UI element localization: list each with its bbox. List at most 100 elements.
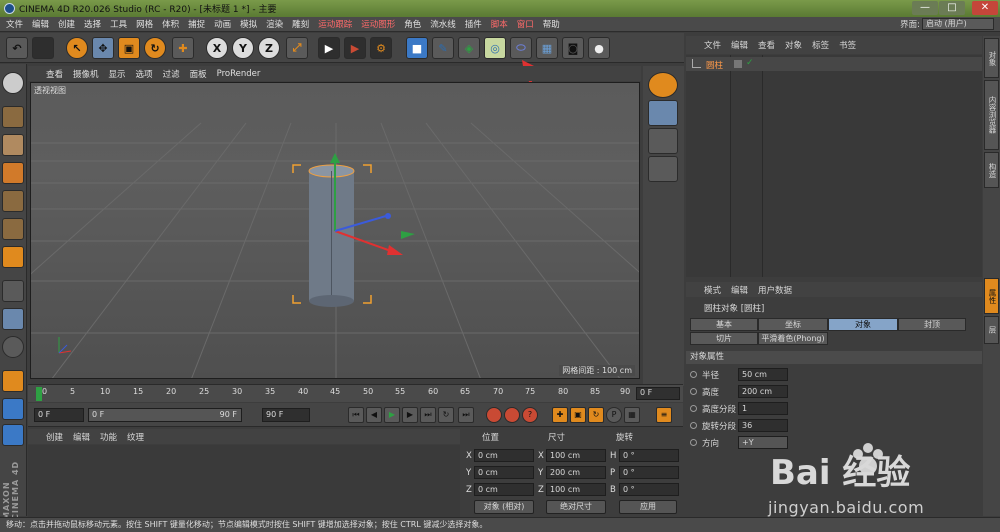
- rot-p-field[interactable]: 0 °: [619, 466, 679, 479]
- material-menu-texture[interactable]: 纹理: [127, 431, 144, 443]
- enabled-check-icon[interactable]: ✓: [746, 58, 754, 68]
- layer-icon[interactable]: [734, 60, 742, 68]
- coordinate-system-icon[interactable]: ⤢: [286, 37, 308, 59]
- size-x-field[interactable]: 100 cm: [546, 449, 606, 462]
- key-rotation-icon[interactable]: ↻: [588, 407, 604, 423]
- menu-file[interactable]: 文件: [6, 18, 23, 30]
- z-axis-lock-icon[interactable]: Z: [258, 37, 280, 59]
- camera-icon[interactable]: ◙: [562, 37, 584, 59]
- move-tool-icon[interactable]: ✥: [92, 37, 114, 59]
- polygons-mode-icon[interactable]: [2, 246, 24, 268]
- obj-menu-bookmarks[interactable]: 书签: [839, 39, 856, 51]
- size-mode-select[interactable]: 绝对尺寸: [546, 500, 606, 514]
- end-frame-field[interactable]: 90 F: [262, 408, 310, 422]
- rotation-segments-field[interactable]: 36: [738, 419, 788, 432]
- snap-settings-icon[interactable]: [648, 100, 678, 126]
- tab-content-browser-vertical[interactable]: 内容浏览器: [984, 80, 999, 150]
- material-menu-edit[interactable]: 编辑: [73, 431, 90, 443]
- obj-menu-view[interactable]: 查看: [758, 39, 775, 51]
- redo-icon[interactable]: [32, 37, 54, 59]
- menu-create[interactable]: 创建: [58, 18, 75, 30]
- tab-caps[interactable]: 封顶: [898, 318, 966, 331]
- menu-simulate[interactable]: 模拟: [240, 18, 257, 30]
- auto-key-icon[interactable]: [504, 407, 520, 423]
- close-button[interactable]: ✕: [972, 1, 998, 15]
- object-name[interactable]: 圆柱: [706, 59, 723, 71]
- pos-z-field[interactable]: 0 cm: [474, 483, 534, 496]
- workplane-mode-icon[interactable]: [2, 162, 24, 184]
- pos-x-field[interactable]: 0 cm: [474, 449, 534, 462]
- key-pla-icon[interactable]: ▦: [624, 407, 640, 423]
- frame-range-slider[interactable]: 0 F 90 F: [88, 408, 242, 422]
- obj-menu-objects[interactable]: 对象: [785, 39, 802, 51]
- menu-plugins[interactable]: 插件: [465, 18, 482, 30]
- attr-menu-mode[interactable]: 模式: [704, 284, 721, 296]
- maximize-button[interactable]: □: [939, 1, 965, 15]
- tab-object[interactable]: 对象: [828, 318, 898, 331]
- edges-mode-icon[interactable]: [2, 218, 24, 240]
- loop-icon[interactable]: ↻: [438, 407, 454, 423]
- points-mode-icon[interactable]: [2, 190, 24, 212]
- height-segments-field[interactable]: 1: [738, 402, 788, 415]
- size-y-field[interactable]: 200 cm: [546, 466, 606, 479]
- goto-end-icon[interactable]: ⏭: [420, 407, 436, 423]
- rot-h-field[interactable]: 0 °: [619, 449, 679, 462]
- keyframe-dot-icon[interactable]: [690, 439, 697, 446]
- start-frame-field[interactable]: 0 F: [34, 408, 84, 422]
- tab-objects-vertical[interactable]: 对象: [984, 38, 999, 78]
- menu-tools[interactable]: 工具: [110, 18, 127, 30]
- radius-field[interactable]: 50 cm: [738, 368, 788, 381]
- menu-mesh[interactable]: 网格: [136, 18, 153, 30]
- play-icon[interactable]: ▶: [384, 407, 400, 423]
- light-icon[interactable]: ●: [588, 37, 610, 59]
- keyframe-dot-icon[interactable]: [690, 371, 697, 378]
- timeline-window-icon[interactable]: ≡: [656, 407, 672, 423]
- menu-window[interactable]: 窗口: [517, 18, 534, 30]
- menu-edit[interactable]: 编辑: [32, 18, 49, 30]
- obj-menu-tags[interactable]: 标签: [812, 39, 829, 51]
- record-keys-icon[interactable]: [486, 407, 502, 423]
- render-view-icon[interactable]: ▶: [318, 37, 340, 59]
- layout-select[interactable]: 启动 (用户): [922, 18, 994, 30]
- pen-spline-icon[interactable]: ✎: [432, 37, 454, 59]
- render-settings-icon[interactable]: ⚙: [370, 37, 392, 59]
- menu-animate[interactable]: 动画: [214, 18, 231, 30]
- tweak-mode-icon[interactable]: [2, 308, 24, 330]
- menu-mograph[interactable]: 运动图形: [361, 18, 395, 30]
- keyframe-dot-icon[interactable]: [690, 405, 697, 412]
- tab-structure-vertical[interactable]: 构造: [984, 152, 999, 188]
- obj-menu-file[interactable]: 文件: [704, 39, 721, 51]
- keyframe-dot-icon[interactable]: [690, 388, 697, 395]
- viewport-menu-camera[interactable]: 摄像机: [73, 68, 99, 80]
- x-axis-lock-icon[interactable]: X: [206, 37, 228, 59]
- obj-menu-edit[interactable]: 编辑: [731, 39, 748, 51]
- viewport-menu-prorender[interactable]: ProRender: [217, 69, 261, 79]
- object-row[interactable]: 圆柱 ✓: [686, 57, 982, 71]
- key-parameter-icon[interactable]: P: [606, 407, 622, 423]
- menu-snap[interactable]: 捕捉: [188, 18, 205, 30]
- height-field[interactable]: 200 cm: [738, 385, 788, 398]
- menu-volume[interactable]: 体积: [162, 18, 179, 30]
- scale-tool-icon[interactable]: ▣: [118, 37, 140, 59]
- lock-workplane-icon[interactable]: [2, 398, 24, 420]
- timeline-ruler[interactable]: 0 5 10 15 20 25 30 35 40 45 50 55 60 65 …: [28, 384, 683, 402]
- snapping-icon[interactable]: [648, 72, 678, 98]
- menu-sculpt[interactable]: 雕刻: [292, 18, 309, 30]
- perspective-viewport[interactable]: 透视视图 网格间距 : 100 cm: [30, 82, 640, 379]
- current-frame-field[interactable]: 0 F: [636, 387, 680, 400]
- rotate-tool-icon[interactable]: ↻: [144, 37, 166, 59]
- menu-help[interactable]: 帮助: [543, 18, 560, 30]
- viewport-menu-options[interactable]: 选项: [136, 68, 153, 80]
- menu-pipeline[interactable]: 流水线: [430, 18, 456, 30]
- tab-coord[interactable]: 坐标: [758, 318, 828, 331]
- goto-start-icon[interactable]: ⏮: [348, 407, 364, 423]
- texture-mode-icon[interactable]: [2, 134, 24, 156]
- object-manager-list[interactable]: 圆柱 ✓: [686, 55, 982, 277]
- viewport-menu-filter[interactable]: 过滤: [163, 68, 180, 80]
- apply-button[interactable]: 应用: [619, 500, 677, 514]
- pos-y-field[interactable]: 0 cm: [474, 466, 534, 479]
- viewport-menu-panel[interactable]: 面板: [190, 68, 207, 80]
- attr-menu-edit[interactable]: 编辑: [731, 284, 748, 296]
- viewport-menu-view[interactable]: 查看: [46, 68, 63, 80]
- keyframe-dot-icon[interactable]: [690, 422, 697, 429]
